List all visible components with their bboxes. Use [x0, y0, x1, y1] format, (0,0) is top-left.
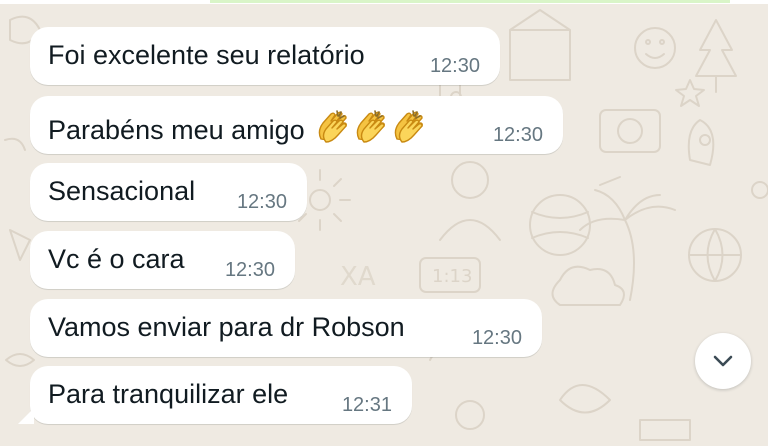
message-timestamp: 12:30	[429, 55, 480, 77]
message-bubble[interactable]: Sensacional 12:30	[30, 163, 307, 221]
message-text: Vamos enviar para dr Robson	[48, 312, 405, 342]
chevron-down-icon	[713, 355, 733, 367]
message-bubble[interactable]: Para tranquilizar ele 12:31	[18, 366, 412, 424]
message-text: Para tranquilizar ele	[48, 379, 289, 409]
message-bubble[interactable]: Parabéns meu amigo 12:30	[30, 96, 563, 154]
message-timestamp: 12:30	[492, 124, 543, 146]
message-bubble[interactable]: Vc é o cara 12:30	[30, 231, 295, 289]
message-text: Sensacional	[48, 176, 196, 206]
message-timestamp: 12:31	[341, 394, 392, 416]
svg-text:1:13: 1:13	[432, 266, 472, 287]
message-text: Vc é o cara	[48, 244, 185, 274]
message-timestamp: 12:30	[224, 259, 275, 281]
message-timestamp: 12:30	[471, 327, 522, 349]
message-timestamp: 12:30	[236, 191, 287, 213]
message-content: Parabéns meu amigo	[48, 109, 427, 151]
message-text: Parabéns meu amigo	[48, 115, 305, 145]
clapping-hands-icon	[318, 110, 347, 143]
message-text: Foi excelente seu relatório	[48, 40, 365, 70]
message-bubble[interactable]: Foi excelente seu relatório 12:30	[30, 27, 500, 85]
chat-window: 1:13 XA Foi excelente seu relatório 12:3…	[0, 0, 768, 446]
clapping-hands-icon	[356, 110, 385, 143]
top-strip	[0, 0, 768, 4]
emoji-group	[313, 109, 427, 151]
svg-text:XA: XA	[340, 262, 376, 292]
clapping-hands-icon	[394, 110, 423, 143]
previous-message-edge	[210, 0, 730, 3]
message-bubble[interactable]: Vamos enviar para dr Robson 12:30	[30, 299, 542, 357]
scroll-to-bottom-button[interactable]	[695, 333, 751, 389]
